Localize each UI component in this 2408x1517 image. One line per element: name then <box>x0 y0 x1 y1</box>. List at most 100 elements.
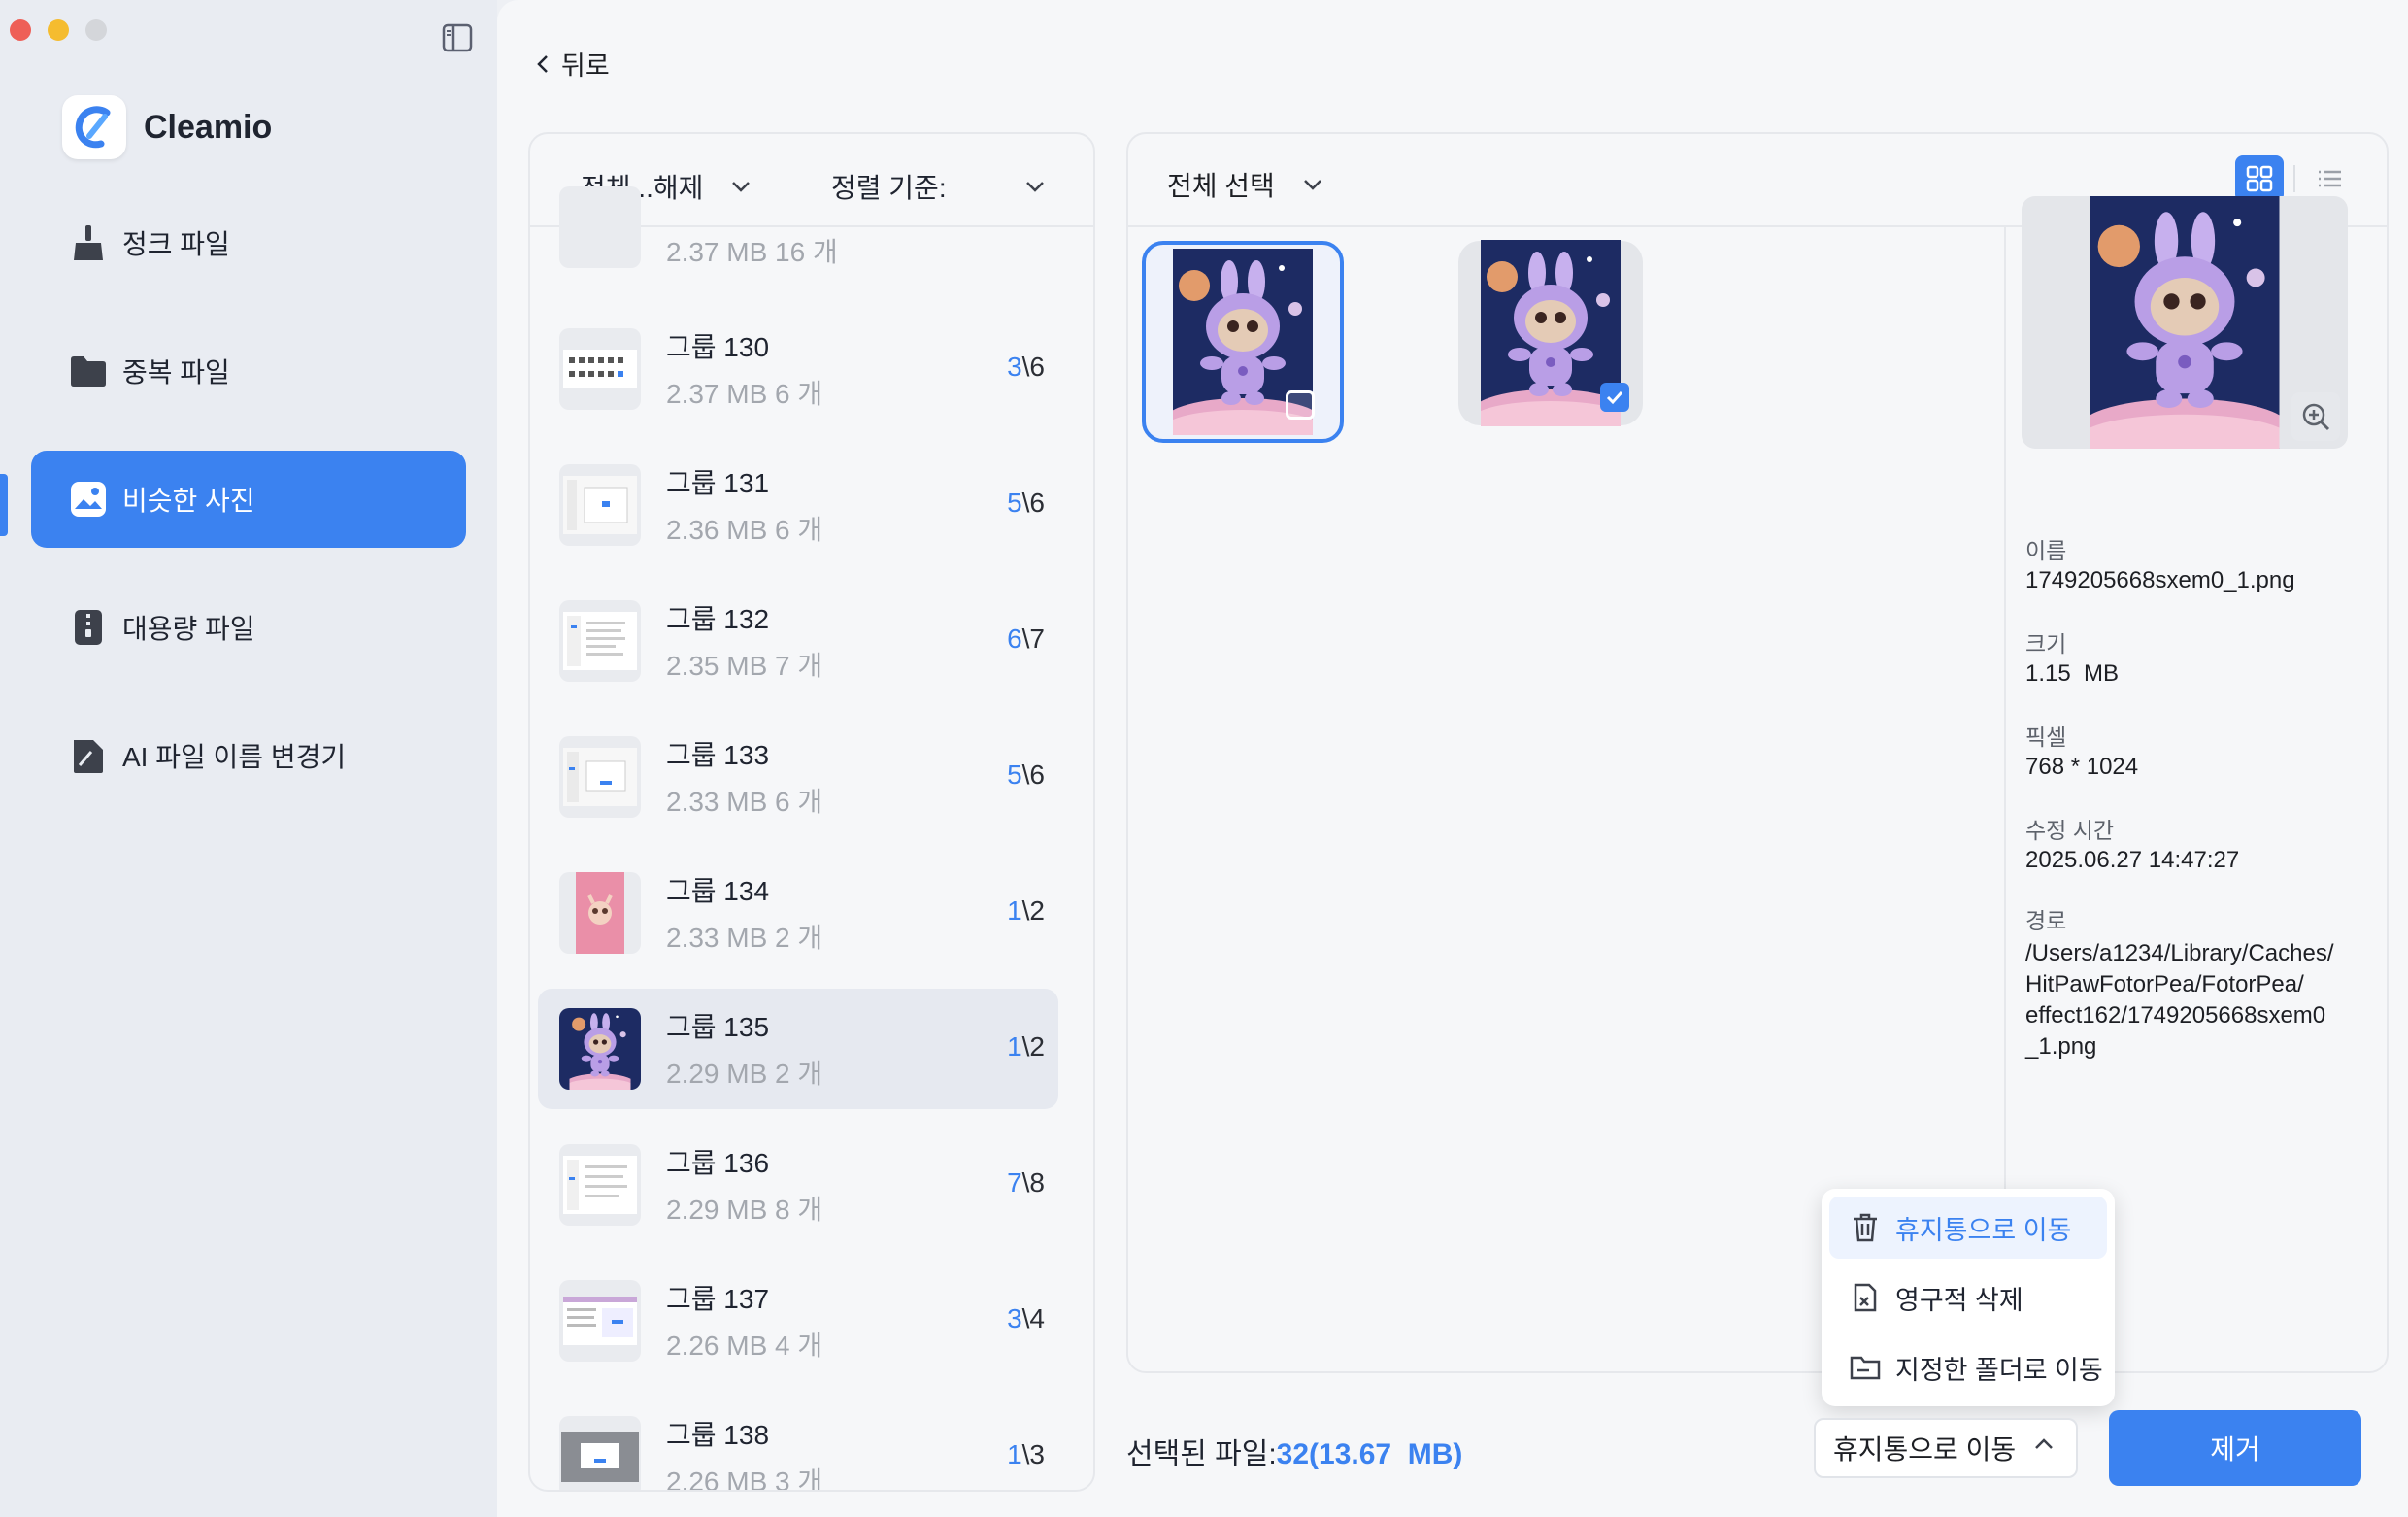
group-thumbnail <box>559 1008 641 1090</box>
group-thumbnail <box>559 1144 641 1226</box>
menu-item-label: 지정한 폴더로 이동 <box>1895 1355 2103 1385</box>
group-title: 그룹 130 <box>666 332 770 362</box>
sidebar-item-label: 대용량 파일 <box>122 614 255 644</box>
window-controls <box>10 19 107 41</box>
group-row[interactable]: 그룹 137 2.26 MB 4 개 3\4 <box>538 1261 1058 1381</box>
group-title: 그룹 132 <box>666 604 770 634</box>
group-selection-count: 3\6 <box>1007 352 1045 382</box>
photo-icon <box>68 479 109 520</box>
sidebar: Cleamio 정크 파일 중복 파일 비슷한 사진 대용량 파일 AI 파일 … <box>0 0 497 1517</box>
sidebar-item-ai-file-renamer[interactable]: AI 파일 이름 변경기 <box>31 707 466 804</box>
back-button[interactable]: 뒤로 <box>536 45 610 83</box>
group-title: 그룹 134 <box>666 876 770 906</box>
sidebar-item-junk-files[interactable]: 정크 파일 <box>31 194 466 291</box>
broom-icon <box>68 222 109 263</box>
info-size: 크기 1.15 MB <box>2025 625 2119 688</box>
group-meta: 2.36 MB 6 개 <box>666 515 823 545</box>
zoom-in-icon[interactable] <box>2291 392 2340 441</box>
group-row[interactable]: 그룹 135 2.29 MB 2 개 1\2 <box>538 989 1058 1109</box>
group-row[interactable]: 그룹 132 2.35 MB 7 개 6\7 <box>538 581 1058 701</box>
grid-view-icon[interactable] <box>2235 155 2284 202</box>
view-mode-toggle <box>2235 155 2354 202</box>
brand: Cleamio <box>62 95 272 159</box>
info-value: 1.15 MB <box>2025 660 2120 687</box>
group-meta: 2.33 MB 2 개 <box>666 923 823 953</box>
sidebar-item-large-files[interactable]: 대용량 파일 <box>31 579 466 676</box>
list-view-icon[interactable] <box>2305 155 2354 202</box>
info-path-line: HitPawFotorPea/FotorPea/ <box>2025 971 2304 997</box>
photo-detail-panel: 전체 선택 <box>1126 132 2389 1373</box>
sidebar-nav: 정크 파일 중복 파일 비슷한 사진 대용량 파일 AI 파일 이름 변경기 <box>31 194 466 835</box>
folder-move-icon <box>1849 1351 1882 1384</box>
group-meta: 2.37 MB 6 개 <box>666 379 823 409</box>
group-row[interactable]: 2.37 MB 16 개 <box>538 167 1058 287</box>
menu-item-move-to-folder[interactable]: 지정한 폴더로 이동 <box>1829 1336 2107 1399</box>
group-row[interactable]: 그룹 136 2.29 MB 8 개 7\8 <box>538 1125 1058 1245</box>
menu-item-label: 영구적 삭제 <box>1895 1285 2023 1315</box>
info-modified: 수정 시간 2025.06.27 14:47:27 <box>2025 812 2239 874</box>
group-selection-count: 3\4 <box>1007 1303 1045 1333</box>
group-row[interactable]: 그룹 134 2.33 MB 2 개 1\2 <box>538 853 1058 973</box>
group-row[interactable]: 그룹 138 2.26 MB 3 개 1\3 <box>538 1397 1058 1492</box>
group-selection-count: 5\6 <box>1007 759 1045 790</box>
close-window-button[interactable] <box>10 19 31 41</box>
trash-icon <box>1849 1211 1882 1244</box>
group-meta: 2.26 MB 3 개 <box>666 1466 823 1492</box>
info-label: 경로 <box>2025 908 2067 933</box>
menu-item-move-to-trash[interactable]: 휴지통으로 이동 <box>1829 1197 2107 1259</box>
minimize-window-button[interactable] <box>48 19 69 41</box>
photo-tile[interactable] <box>1458 241 1643 425</box>
group-thumbnail <box>559 328 641 410</box>
main-content: 뒤로 전체...해제 정렬 기준: 2.37 MB 16 개 그룹 130 2.… <box>497 0 2408 1517</box>
group-selection-count: 1\3 <box>1007 1439 1045 1469</box>
group-row[interactable]: 그룹 133 2.33 MB 6 개 5\6 <box>538 717 1058 837</box>
zoom-window-button[interactable] <box>85 19 107 41</box>
delete-file-icon <box>1849 1281 1882 1314</box>
menu-item-permanent-delete[interactable]: 영구적 삭제 <box>1829 1266 2107 1329</box>
info-label: 수정 시간 <box>2025 818 2115 843</box>
info-name: 이름 1749205668sxem0_1.png <box>2025 532 2295 594</box>
active-nav-marker <box>0 474 8 536</box>
photo-preview <box>2022 196 2348 449</box>
cleamio-logo-icon <box>62 95 126 159</box>
select-all-label: 전체 선택 <box>1167 171 1275 201</box>
action-menu: 휴지통으로 이동 영구적 삭제 지정한 폴더로 이동 <box>1822 1189 2115 1406</box>
photo-checkbox[interactable] <box>1286 390 1315 420</box>
group-thumbnail <box>559 600 641 682</box>
sidebar-item-duplicate-files[interactable]: 중복 파일 <box>31 322 466 420</box>
sidebar-toggle-icon[interactable] <box>442 23 473 52</box>
group-row[interactable]: 그룹 130 2.37 MB 6 개 3\6 <box>538 309 1058 429</box>
remove-button[interactable]: 제거 <box>2109 1410 2361 1486</box>
menu-item-label: 휴지통으로 이동 <box>1895 1215 2072 1245</box>
group-thumbnail <box>559 872 641 954</box>
action-select[interactable]: 휴지통으로 이동 <box>1814 1418 2078 1478</box>
group-list[interactable]: 2.37 MB 16 개 그룹 130 2.37 MB 6 개 3\6 그룹 1… <box>530 186 1093 1492</box>
info-value: 1749205668sxem0_1.png <box>2025 567 2295 593</box>
group-thumbnail <box>559 1416 641 1490</box>
action-select-value: 휴지통으로 이동 <box>1833 1434 2017 1465</box>
photo-tile[interactable] <box>1142 241 1344 443</box>
rename-file-icon <box>68 735 109 776</box>
info-pixels: 픽셀 768 * 1024 <box>2025 719 2138 781</box>
group-thumbnail <box>559 186 641 268</box>
info-path-line: /Users/a1234/Library/Caches/ <box>2025 940 2334 966</box>
group-title: 그룹 133 <box>666 740 770 770</box>
zip-file-icon <box>68 607 109 648</box>
group-selection-count: 7\8 <box>1007 1167 1045 1197</box>
group-row[interactable]: 그룹 131 2.36 MB 6 개 5\6 <box>538 445 1058 565</box>
group-title: 그룹 135 <box>666 1012 770 1042</box>
chevron-left-icon <box>537 54 548 73</box>
info-label: 이름 <box>2025 538 2067 563</box>
checkmark-icon <box>1606 390 1623 405</box>
info-path: 경로 /Users/a1234/Library/Caches/ HitPawFo… <box>2025 905 2333 1062</box>
photo-checkbox[interactable] <box>1600 383 1629 412</box>
preview-image <box>2090 196 2280 449</box>
info-value: 768 * 1024 <box>2025 754 2139 780</box>
sidebar-item-label: AI 파일 이름 변경기 <box>122 742 347 772</box>
chevron-down-icon <box>1303 180 1321 190</box>
group-thumbnail <box>559 1280 641 1362</box>
select-all-dropdown[interactable]: 전체 선택 <box>1167 165 1323 204</box>
group-list-panel: 전체...해제 정렬 기준: 2.37 MB 16 개 그룹 130 2.37 … <box>528 132 1095 1492</box>
sidebar-item-similar-photos[interactable]: 비슷한 사진 <box>31 451 466 548</box>
group-title: 그룹 136 <box>666 1148 770 1178</box>
